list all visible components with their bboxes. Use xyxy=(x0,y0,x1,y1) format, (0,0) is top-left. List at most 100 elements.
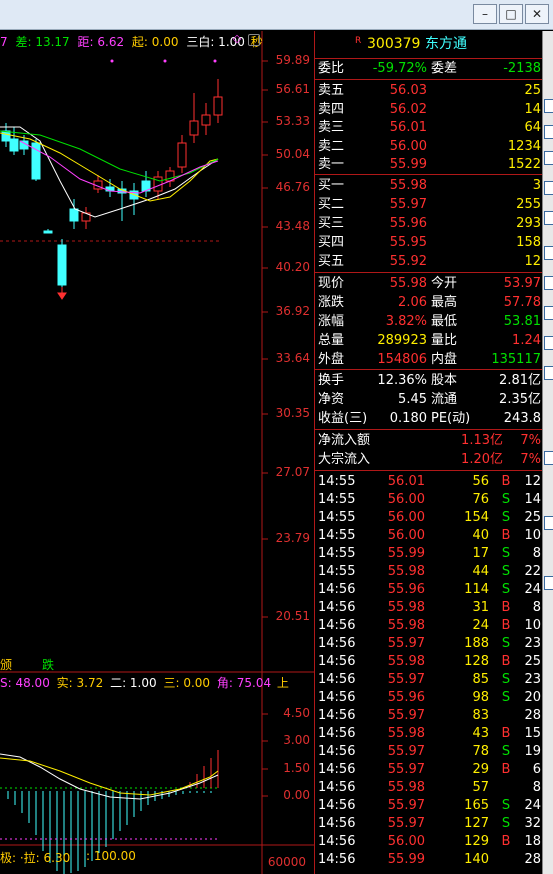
quote-value: 55.98 xyxy=(389,276,427,291)
close-button[interactable]: ✕ xyxy=(525,4,549,24)
ask-row[interactable]: 卖五 56.03 25 xyxy=(315,82,543,100)
tick-volume: 56 xyxy=(472,474,489,489)
toolbar-icon[interactable] xyxy=(544,99,553,113)
bid-row[interactable]: 买四 55.95 158 xyxy=(315,234,543,252)
tick-time: 14:56 xyxy=(318,672,356,687)
signal-dot xyxy=(213,59,217,63)
tick-row: 14:56 55.99 140 28 xyxy=(315,851,543,869)
bid-label: 买四 xyxy=(318,235,345,250)
candle-body xyxy=(201,114,211,126)
tick-count: 8 xyxy=(532,546,541,561)
tick-volume: 140 xyxy=(464,852,489,867)
tick-row: 14:56 56.00 129 B 18 xyxy=(315,833,543,851)
toolbar-icon[interactable] xyxy=(544,125,553,139)
ask-label: 卖五 xyxy=(318,83,345,98)
tick-side: S xyxy=(501,636,511,651)
tick-row: 14:56 55.96 98 S 20 xyxy=(315,689,543,707)
tick-row: 14:55 55.98 44 S 22 xyxy=(315,563,543,581)
fundamental-label: PE(动) xyxy=(431,411,471,426)
toolbar-icon[interactable] xyxy=(544,576,553,590)
toolbar-icon[interactable] xyxy=(544,366,553,380)
minimize-button[interactable]: – xyxy=(473,4,497,24)
tick-count: 12 xyxy=(524,474,541,489)
ask-row[interactable]: 卖四 56.02 14 xyxy=(315,101,543,119)
weibi-label: 委比 xyxy=(318,61,345,76)
bid-price: 55.92 xyxy=(389,254,427,269)
tick-time: 14:55 xyxy=(318,510,356,525)
quote-row: 总量 289923 量比 1.24 xyxy=(315,332,543,350)
tick-count: 28 xyxy=(524,708,541,723)
toolbar-icon[interactable] xyxy=(544,516,553,530)
tick-side: S xyxy=(501,582,511,597)
bid-row[interactable]: 买二 55.97 255 xyxy=(315,196,543,214)
toolbar-icon[interactable] xyxy=(544,276,553,290)
toolbar-icon[interactable] xyxy=(544,306,553,320)
indicator-item: 上 xyxy=(276,676,289,690)
fundamental-label: 换手 xyxy=(318,373,345,388)
toolbar-icon[interactable] xyxy=(544,181,553,195)
candle-body xyxy=(57,244,67,286)
tick-volume: 78 xyxy=(472,744,489,759)
toolbar-icon[interactable] xyxy=(544,211,553,225)
ask-price: 56.01 xyxy=(389,120,427,135)
ask-price: 56.03 xyxy=(389,83,427,98)
tick-side: B xyxy=(501,618,511,633)
stock-title[interactable]: R 300379 东方通 xyxy=(315,35,543,53)
tick-price: 55.97 xyxy=(387,798,425,813)
indicator-axis-label: 1.50 xyxy=(283,761,310,775)
indicator-line-white xyxy=(0,753,219,800)
toolbar-icon[interactable] xyxy=(544,151,553,165)
tick-count: 24 xyxy=(524,798,541,813)
weicha-value: -2138 xyxy=(503,61,541,76)
signal-label-right: 跌 xyxy=(42,658,55,672)
indicator-header: S: 48.00 实: 3.72 二: 1.00 三: 0.00 角: 75.0… xyxy=(0,674,289,691)
quote-label: 现价 xyxy=(318,276,345,291)
tick-row: 14:55 56.00 154 S 25 xyxy=(315,509,543,527)
toolbar-icon[interactable] xyxy=(544,336,553,350)
tick-price: 56.00 xyxy=(387,492,425,507)
maximize-button[interactable]: □ xyxy=(499,4,523,24)
indicator-axis-label: 0.00 xyxy=(283,788,310,802)
price-axis-label: 50.04 xyxy=(275,147,310,161)
tick-price: 55.98 xyxy=(387,564,425,579)
tick-time: 14:55 xyxy=(318,546,356,561)
toolbar-icon[interactable] xyxy=(544,246,553,260)
tick-side: B xyxy=(501,762,511,777)
tick-time: 14:56 xyxy=(318,654,356,669)
tick-price: 56.00 xyxy=(387,510,425,525)
candle-body xyxy=(177,142,187,168)
bid-label: 买二 xyxy=(318,197,345,212)
tick-side: S xyxy=(501,744,511,759)
quote-row: 涨幅 3.82% 最低 53.81 xyxy=(315,313,543,331)
panel-toggle-icon[interactable] xyxy=(248,34,260,46)
tick-row: 14:56 55.98 57 8 xyxy=(315,779,543,797)
tick-price: 56.00 xyxy=(387,834,425,849)
bid-row[interactable]: 买五 55.92 12 xyxy=(315,253,543,271)
bid-row[interactable]: 买三 55.96 293 xyxy=(315,215,543,233)
quote-row: 外盘 154806 内盘 135117 xyxy=(315,351,543,369)
tick-side: S xyxy=(501,546,511,561)
toolbar-icon[interactable] xyxy=(544,451,553,465)
arrow-up-icon xyxy=(57,287,67,300)
tick-time: 14:56 xyxy=(318,708,356,723)
ask-row[interactable]: 卖二 56.00 1234 xyxy=(315,138,543,156)
quote-value: 57.78 xyxy=(503,295,541,310)
tick-row: 14:56 55.97 29 B 6 xyxy=(315,761,543,779)
ask-row[interactable]: 卖三 56.01 64 xyxy=(315,119,543,137)
ask-volume: 1234 xyxy=(507,138,541,154)
tick-volume: 188 xyxy=(464,636,489,651)
ask-row[interactable]: 卖一 55.99 1522 xyxy=(315,156,543,174)
tick-row: 14:55 56.01 56 B 12 xyxy=(315,473,543,491)
tick-time: 14:56 xyxy=(318,816,356,831)
fundamental-value: 12.36% xyxy=(377,373,427,388)
tick-row: 14:56 55.97 85 S 23 xyxy=(315,671,543,689)
tick-time: 14:56 xyxy=(318,798,356,813)
flow-value: 1.13亿 xyxy=(461,433,503,448)
bid-row[interactable]: 买一 55.98 3 xyxy=(315,177,543,195)
fundamental-value: 2.81亿 xyxy=(499,373,541,388)
quote-label: 涨幅 xyxy=(318,314,345,329)
tick-time: 14:56 xyxy=(318,762,356,777)
weibi-value: -59.72% xyxy=(372,61,427,76)
kline-chart-area[interactable]: 7 差: 13.17 距: 6.62 起: 0.00 三白: 1.00 秒 59… xyxy=(0,31,314,874)
ask-volume: 25 xyxy=(524,83,541,98)
